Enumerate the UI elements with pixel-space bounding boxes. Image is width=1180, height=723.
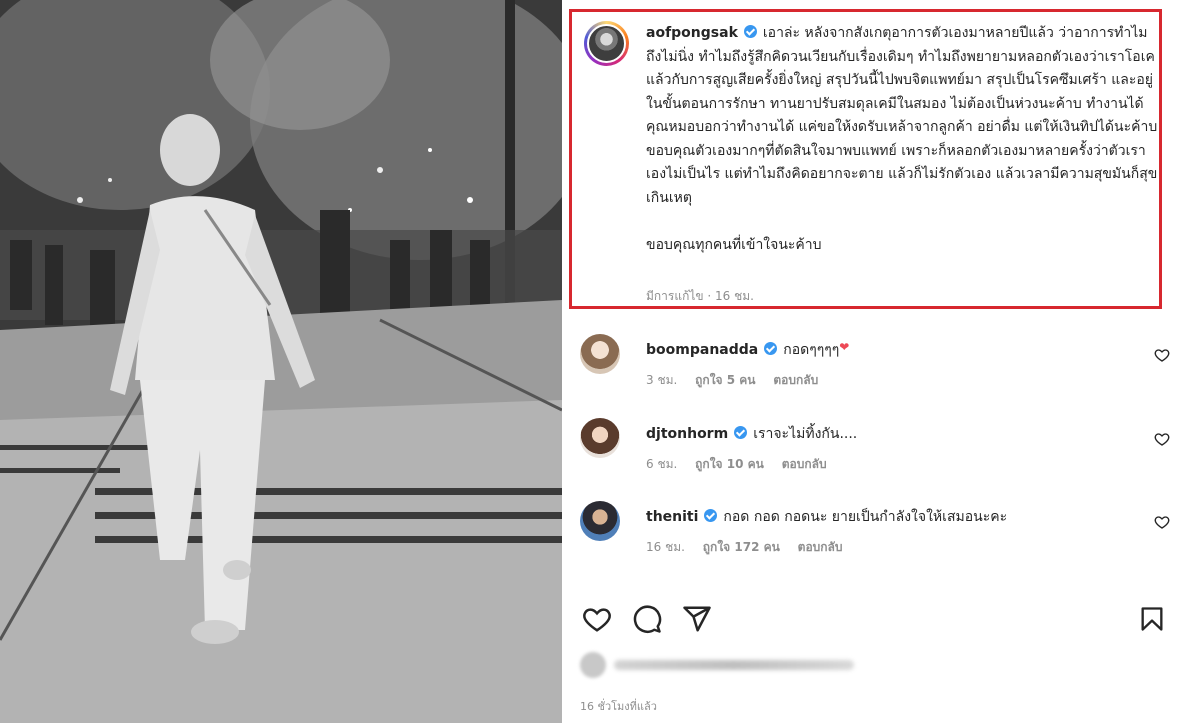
liked-by-row[interactable] [580,650,880,680]
verified-badge-icon [734,426,748,439]
post-panel: aofpongsak เอาล่ะ หลังจากสังเกตุอาการตัวเ… [562,0,1180,723]
paper-plane-icon[interactable] [682,604,712,634]
comment-item: boompanadda กอดๆๆๆๆ❤ 3 ชม. ถูกใจ 5 คน ตอบ… [580,334,1170,404]
author-username[interactable]: aofpongsak [646,25,738,41]
comment-meta: 6 ชม. ถูกใจ 10 คน ตอบกลับ [646,455,841,474]
comment-time: 16 ชม. [646,540,685,554]
commenter-avatar[interactable] [580,418,620,458]
comment-text: djtonhorm เราจะไม่ทิ้งกัน.... [646,423,857,445]
caption-meta: มีการแก้ไข · 16 ชม. [646,289,754,303]
comment-text: boompanadda กอดๆๆๆๆ❤ [646,339,849,361]
post-photo[interactable] [0,0,562,723]
comment-bubble-icon[interactable] [632,604,662,634]
comment-body: กอด กอด กอดนะ ยายเป็นกำลังใจให้เสมอนะคะ [723,509,1008,525]
heart-icon[interactable] [582,604,612,634]
liked-by-avatar [580,652,606,678]
comment-likes[interactable]: ถูกใจ 5 คน [695,373,755,387]
comment-meta: 3 ชม. ถูกใจ 5 คน ตอบกลับ [646,371,832,390]
comment-item: djtonhorm เราจะไม่ทิ้งกัน.... 6 ชม. ถูกใจ… [580,418,1170,488]
comment-likes[interactable]: ถูกใจ 10 คน [695,457,764,471]
commenter-avatar[interactable] [580,501,620,541]
post-timestamp[interactable]: 16 ชั่วโมงที่แล้ว [580,697,657,715]
comment-item: theniti กอด กอด กอดนะ ยายเป็นกำลังใจให้เส… [580,501,1170,571]
author-avatar-image [587,24,626,63]
action-bar [580,604,1170,636]
comment-like-heart-icon[interactable] [1154,514,1170,530]
comment-likes[interactable]: ถูกใจ 172 คน [703,540,780,554]
comment-time: 3 ชม. [646,373,678,387]
comment-like-heart-icon[interactable] [1154,431,1170,447]
commenter-avatar[interactable] [580,334,620,374]
caption: aofpongsak เอาล่ะ หลังจากสังเกตุอาการตัวเ… [646,22,1161,257]
verified-badge-icon [764,342,778,355]
author-avatar[interactable] [584,21,629,66]
comment-text: theniti กอด กอด กอดนะ ยายเป็นกำลังใจให้เส… [646,506,1007,528]
heart-emoji: ❤ [839,340,850,354]
photo-scene [0,0,562,723]
comment-like-heart-icon[interactable] [1154,347,1170,363]
reply-button[interactable]: ตอบกลับ [782,457,827,471]
comment-body: เราจะไม่ทิ้งกัน.... [753,426,858,442]
verified-badge-icon [704,509,718,522]
commenter-username[interactable]: theniti [646,509,698,525]
comment-meta: 16 ชม. ถูกใจ 172 คน ตอบกลับ [646,538,857,557]
liked-by-text-blurred [614,660,854,670]
commenter-username[interactable]: boompanadda [646,342,758,358]
verified-badge-icon [743,25,757,38]
caption-highlight-box: aofpongsak เอาล่ะ หลังจากสังเกตุอาการตัวเ… [569,9,1162,309]
comment-time: 6 ชม. [646,457,678,471]
comment-body: กอดๆๆๆๆ [783,342,840,358]
caption-body: เอาล่ะ หลังจากสังเกตุอาการตัวเองมาหลายปี… [646,25,1158,253]
reply-button[interactable]: ตอบกลับ [798,540,843,554]
reply-button[interactable]: ตอบกลับ [773,373,818,387]
commenter-username[interactable]: djtonhorm [646,426,728,442]
bookmark-icon[interactable] [1138,604,1166,634]
